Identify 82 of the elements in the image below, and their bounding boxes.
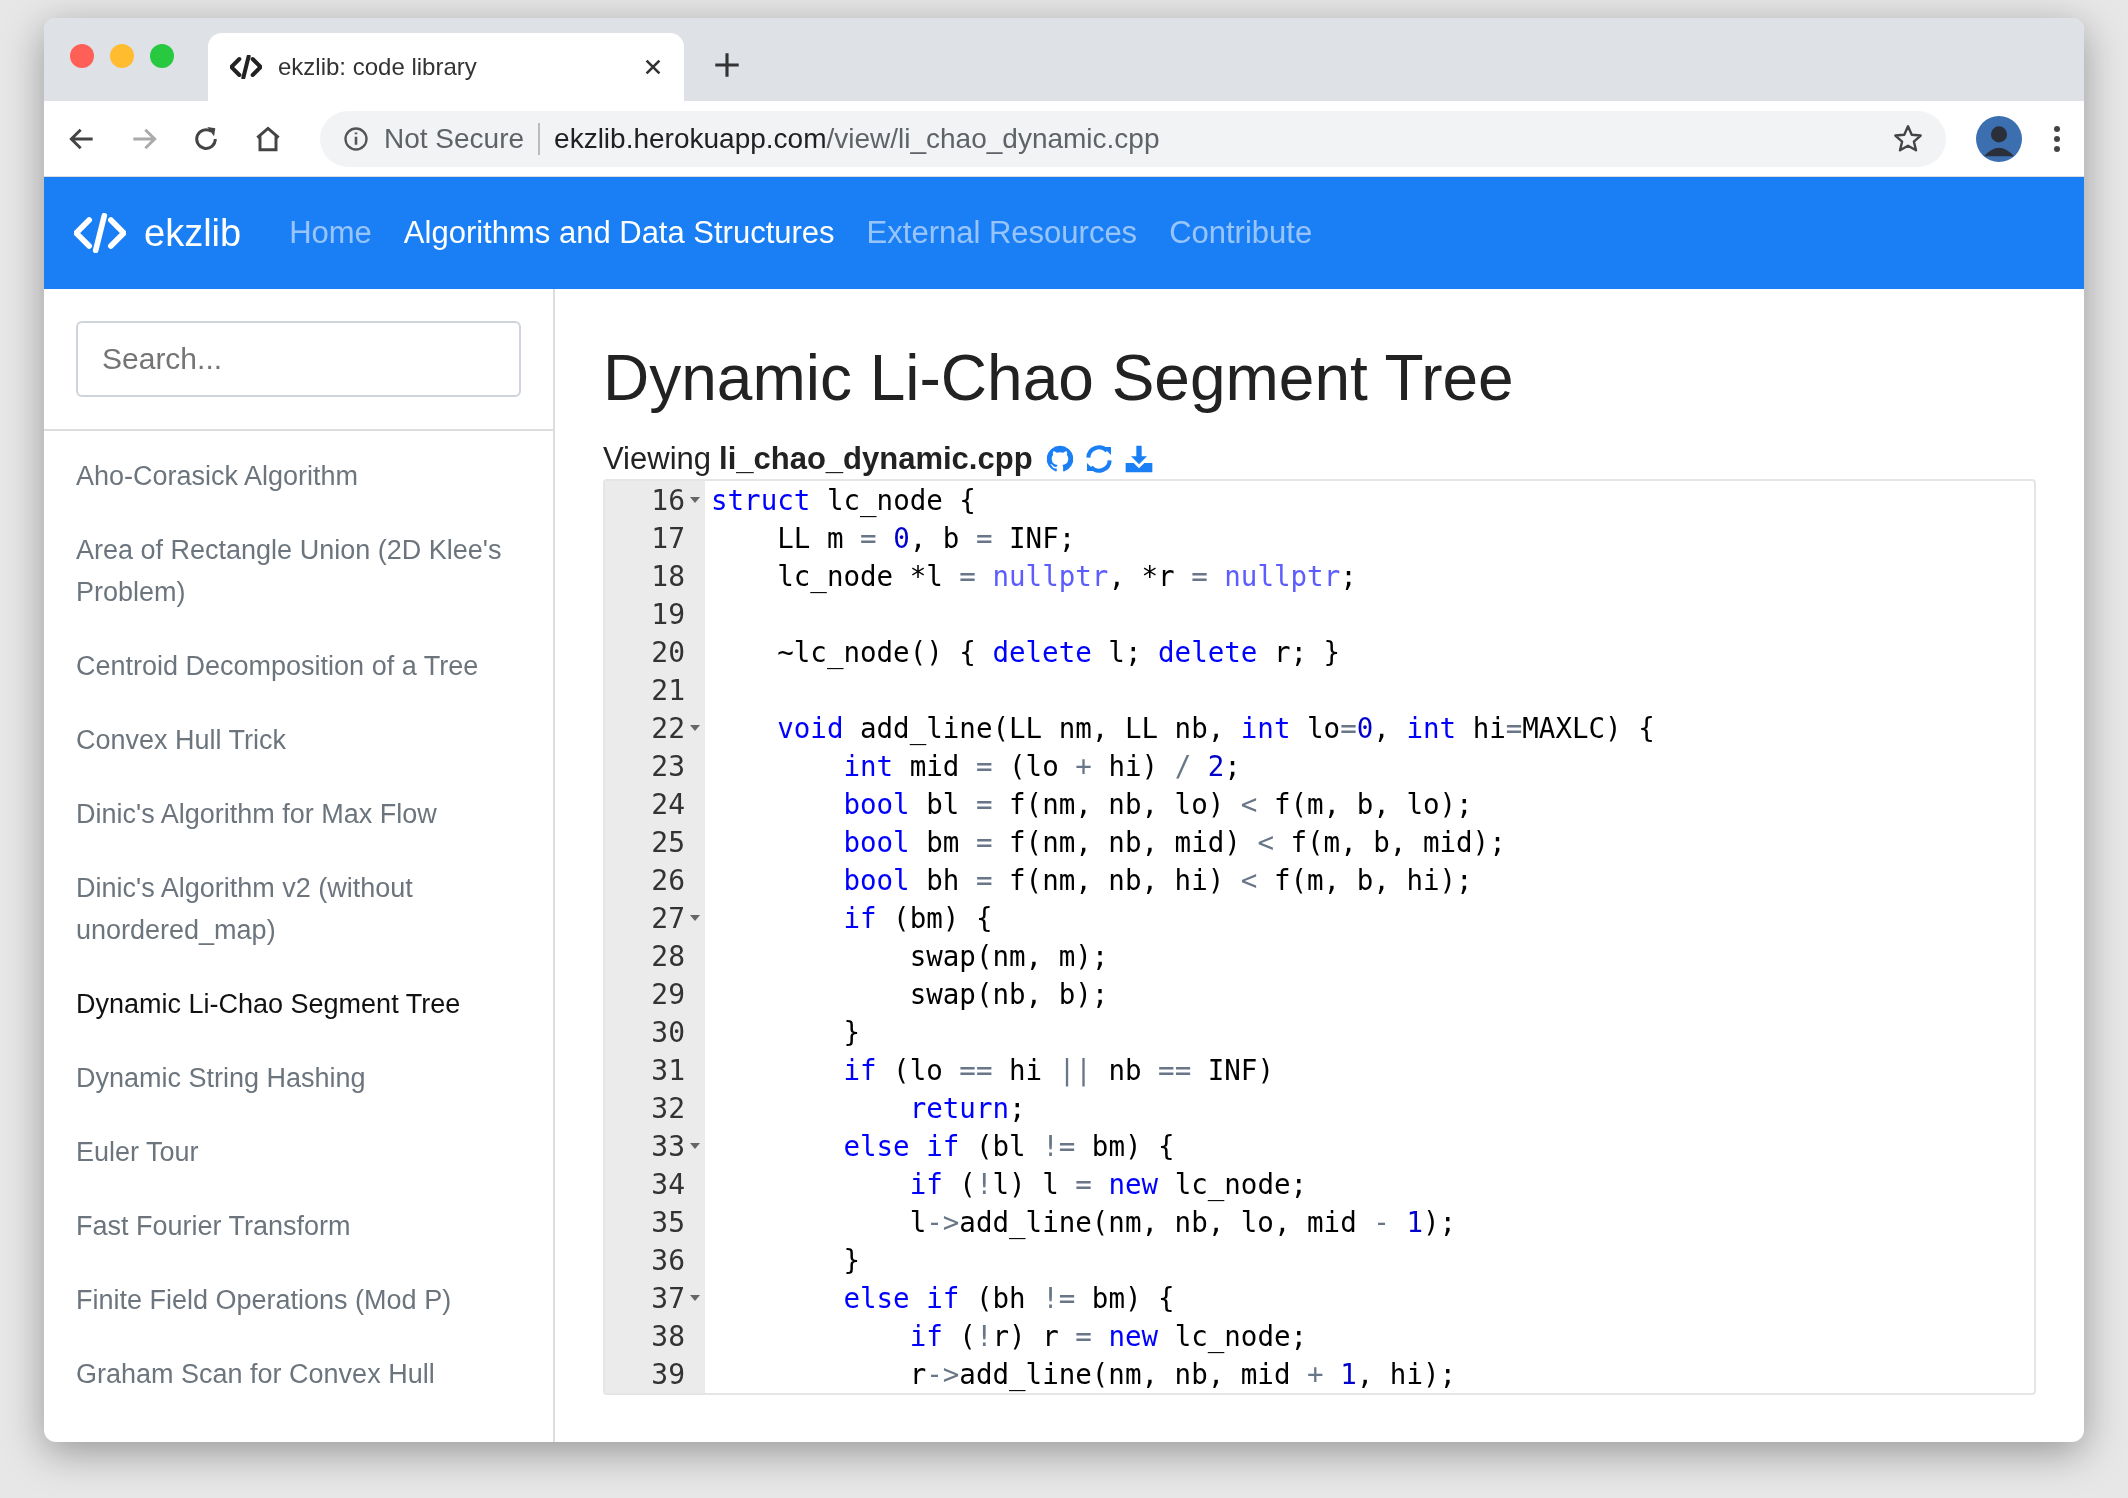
line-number: 36: [651, 1243, 685, 1277]
line-number: 26: [651, 863, 685, 897]
line-number: 29: [651, 977, 685, 1011]
fold-arrow-icon[interactable]: [690, 725, 700, 731]
line-number: 16: [651, 483, 685, 517]
nav-link[interactable]: Algorithms and Data Structures: [403, 215, 835, 251]
new-tab-icon[interactable]: [714, 51, 740, 78]
github-icon[interactable]: [1044, 444, 1075, 474]
security-label: Not Secure: [384, 122, 525, 155]
fold-arrow-icon[interactable]: [690, 915, 700, 921]
code-line: void add_line(LL nm, LL nb, int lo=0, int hi=MAXLC) {: [777, 712, 1655, 744]
line-number: 24: [651, 787, 685, 821]
code-icon: [230, 55, 262, 79]
code-line: else if (bh != bm) {: [843, 1282, 1175, 1314]
tab-title: ekzlib: code library: [278, 53, 478, 81]
code-line: if (!r) r = new lc_node;: [909, 1320, 1308, 1352]
line-number: 33: [651, 1129, 685, 1163]
code-line: l->add_line(nm, nb, lo, mid - 1);: [909, 1206, 1457, 1238]
code-line: swap(nm, m);: [909, 940, 1109, 972]
code-line: return;: [909, 1092, 1026, 1124]
line-number: 28: [651, 939, 685, 973]
url-text: ekzlib.herokuapp.com/view/li_chao_dynamic.cpp: [554, 122, 1161, 155]
address-bar[interactable]: Not Secure ekzlib.herokuapp.com/view/li_chao_dynamic.cpp: [320, 110, 1946, 167]
sidebar-item[interactable]: Fast Fourier Transform: [76, 1205, 521, 1247]
info-icon: [342, 124, 370, 153]
line-number: 39: [651, 1357, 685, 1391]
search-field[interactable]: Search...: [76, 321, 521, 397]
line-number: 30: [651, 1015, 685, 1049]
code-line: }: [843, 1244, 860, 1276]
sidebar-item[interactable]: Area of Rectangle Union (2D Klee's Problem): [76, 529, 521, 613]
file-name: li_chao_dynamic.cpp: [719, 441, 1033, 477]
code-line: int mid = (lo + hi) / 2;: [843, 750, 1241, 782]
sidebar-item[interactable]: Dinic's Algorithm for Max Flow: [76, 793, 521, 835]
brand-name[interactable]: ekzlib: [144, 211, 242, 255]
sidebar-item[interactable]: Dynamic String Hashing: [76, 1057, 521, 1099]
line-number: 19: [651, 597, 685, 631]
line-number: 31: [651, 1053, 685, 1087]
sidebar-item[interactable]: Convex Hull Trick: [76, 719, 521, 761]
code-line: if (lo == hi || nb == INF): [843, 1054, 1274, 1086]
line-number: 37: [651, 1281, 685, 1315]
sidebar-item[interactable]: Graham Scan for Convex Hull: [76, 1353, 521, 1395]
line-number: 34: [651, 1167, 685, 1201]
sidebar-item[interactable]: Euler Tour: [76, 1131, 521, 1173]
code-line: ~lc_node() { delete l; delete r; }: [777, 636, 1341, 668]
line-number: 17: [651, 521, 685, 555]
code-line: if (!l) l = new lc_node;: [909, 1168, 1308, 1200]
line-number: 23: [651, 749, 685, 783]
browser-tab[interactable]: ekzlib: code library: [208, 33, 684, 101]
code-line: lc_node *l = nullptr, *r = nullptr;: [777, 560, 1357, 592]
code-line: else if (bl != bm) {: [843, 1130, 1175, 1162]
line-number: 25: [651, 825, 685, 859]
fold-arrow-icon[interactable]: [690, 1295, 700, 1301]
line-number: 21: [651, 673, 685, 707]
sidebar-item[interactable]: Centroid Decomposition of a Tree: [76, 645, 521, 687]
line-number: 38: [651, 1319, 685, 1353]
more-menu-icon[interactable]: [2052, 123, 2062, 154]
code-line: bool bh = f(nm, nb, hi) < f(m, b, hi);: [843, 864, 1473, 896]
fold-arrow-icon[interactable]: [690, 1143, 700, 1149]
code-line: bool bm = f(nm, nb, mid) < f(m, b, mid);: [843, 826, 1506, 858]
line-number: 18: [651, 559, 685, 593]
viewing-label: Viewing: [603, 441, 711, 477]
sidebar-item[interactable]: Finite Field Operations (Mod P): [76, 1279, 521, 1321]
sidebar-item[interactable]: Dynamic Li-Chao Segment Tree: [76, 983, 521, 1025]
fold-arrow-icon[interactable]: [690, 497, 700, 503]
code-line: r->add_line(nm, nb, mid + 1, hi);: [909, 1358, 1457, 1390]
code-line: struct lc_node {: [711, 484, 976, 516]
close-icon[interactable]: [644, 58, 662, 76]
code-line: if (bm) {: [843, 902, 993, 934]
avatar-icon[interactable]: [1976, 115, 2022, 162]
line-number: 20: [651, 635, 685, 669]
code-line: swap(nb, b);: [909, 978, 1109, 1010]
line-number: 22: [651, 711, 685, 745]
sidebar-item[interactable]: Dinic's Algorithm v2 (without unordered_map): [76, 867, 521, 951]
line-number: 27: [651, 901, 685, 935]
line-number: 32: [651, 1091, 685, 1125]
code-line: bool bl = f(nm, nb, lo) < f(m, b, lo);: [843, 788, 1473, 820]
sidebar-item[interactable]: Aho-Corasick Algorithm: [76, 455, 521, 497]
code-line: LL m = 0, b = INF;: [777, 522, 1076, 554]
code-logo-icon: [74, 213, 126, 253]
code-line: }: [843, 1016, 860, 1048]
line-number: 35: [651, 1205, 685, 1239]
page-title: Dynamic Li-Chao Segment Tree: [603, 341, 1515, 415]
